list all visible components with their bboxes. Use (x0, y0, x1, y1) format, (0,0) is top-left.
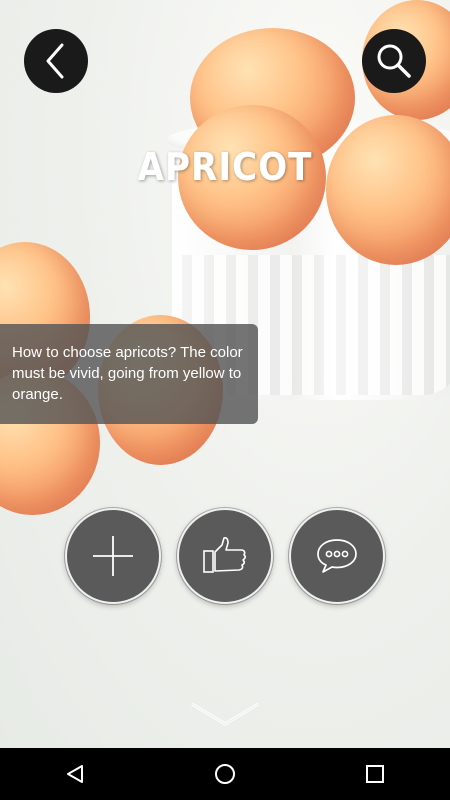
plus-icon (93, 536, 133, 576)
speech-bubble-icon (317, 539, 357, 573)
add-button[interactable] (65, 508, 161, 604)
page-title: APRICOT (137, 145, 313, 189)
system-recents-button[interactable] (345, 748, 405, 800)
like-button[interactable] (177, 508, 273, 604)
system-back-button[interactable] (45, 748, 105, 800)
search-button[interactable] (362, 29, 426, 93)
comment-button[interactable] (289, 508, 385, 604)
info-text: How to choose apricots? The color must b… (12, 344, 243, 403)
info-overlay: How to choose apricots? The color must b… (0, 324, 258, 424)
triangle-back-icon (67, 765, 83, 783)
square-recents-icon (366, 765, 384, 783)
search-icon (377, 44, 411, 78)
chevron-left-icon (46, 43, 64, 79)
system-nav-bar (0, 748, 450, 800)
chevron-down-icon[interactable] (190, 700, 260, 728)
back-button[interactable] (24, 29, 88, 93)
system-home-button[interactable] (195, 748, 255, 800)
circle-home-icon (215, 764, 235, 784)
thumbs-up-icon (203, 537, 247, 573)
